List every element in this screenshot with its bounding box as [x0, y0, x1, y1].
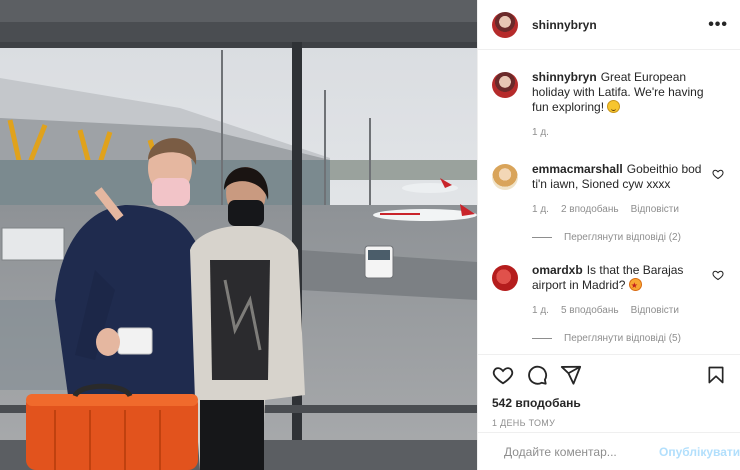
comments-list[interactable]: shinnybryn Great European holiday with La… — [478, 50, 740, 352]
view-replies-label: Переглянути відповіді (2) — [564, 232, 681, 243]
caption-time[interactable]: 1 д. — [532, 127, 549, 138]
comment-likes[interactable]: 5 вподобань — [561, 305, 619, 316]
avatar[interactable] — [492, 72, 518, 98]
comment-like-heart-icon[interactable] — [712, 168, 724, 180]
comment-time[interactable]: 1 д. — [532, 204, 549, 215]
reply-button[interactable]: Відповісти — [631, 305, 679, 316]
reply-button[interactable]: Відповісти — [631, 204, 679, 215]
avatar[interactable] — [492, 11, 518, 38]
post-timestamp[interactable]: 1 ДЕНЬ ТОМУ — [492, 418, 726, 428]
comment-icon[interactable] — [526, 364, 548, 386]
action-icons — [492, 363, 726, 387]
replies-divider — [532, 338, 552, 339]
view-replies-button[interactable]: Переглянути відповіді (2) — [532, 232, 712, 243]
comment-input[interactable] — [504, 444, 659, 459]
avatar[interactable] — [492, 164, 518, 190]
replies-divider — [532, 237, 552, 238]
author-username[interactable]: shinnybryn — [532, 18, 597, 32]
more-horizontal-icon[interactable]: ••• — [708, 16, 728, 34]
view-replies-button[interactable]: Переглянути відповіді (5) — [532, 333, 712, 344]
avatar[interactable] — [492, 265, 518, 291]
comment-likes[interactable]: 2 вподобань — [561, 204, 619, 215]
likes-count[interactable]: 542 вподобань — [492, 396, 726, 410]
post-actions: 542 вподобань 1 ДЕНЬ ТОМУ — [478, 354, 740, 428]
caption-username[interactable]: shinnybryn — [532, 70, 597, 84]
view-replies-label: Переглянути відповіді (5) — [564, 333, 681, 344]
post-header: shinnybryn ••• — [478, 0, 740, 50]
caption-item: shinnybryn Great European holiday with La… — [492, 70, 728, 138]
post-sidebar: shinnybryn ••• shinnybryn Great European … — [477, 0, 740, 470]
comment-time[interactable]: 1 д. — [532, 305, 549, 316]
bookmark-icon[interactable] — [706, 364, 726, 386]
star-struck-emoji-icon — [628, 278, 642, 293]
publish-button[interactable]: Опублікувати — [659, 445, 740, 459]
smiling-face-emoji-icon — [607, 100, 621, 113]
instagram-post: shinnybryn ••• shinnybryn Great European … — [0, 0, 740, 470]
heart-icon[interactable] — [492, 364, 514, 386]
comment-like-heart-icon[interactable] — [712, 269, 724, 281]
list-item: emmacmarshall Gobeithio bod ti'n iawn, Si… — [492, 162, 728, 243]
comment-username[interactable]: emmacmarshall — [532, 162, 623, 176]
post-photo[interactable] — [0, 0, 477, 470]
list-item: omardxb Is that the Barajas airport in Ma… — [492, 263, 728, 344]
airport-photo-illustration — [0, 0, 477, 470]
comment-username[interactable]: omardxb — [532, 263, 583, 277]
share-icon[interactable] — [560, 364, 582, 386]
comment-composer: Опублікувати — [478, 432, 740, 470]
